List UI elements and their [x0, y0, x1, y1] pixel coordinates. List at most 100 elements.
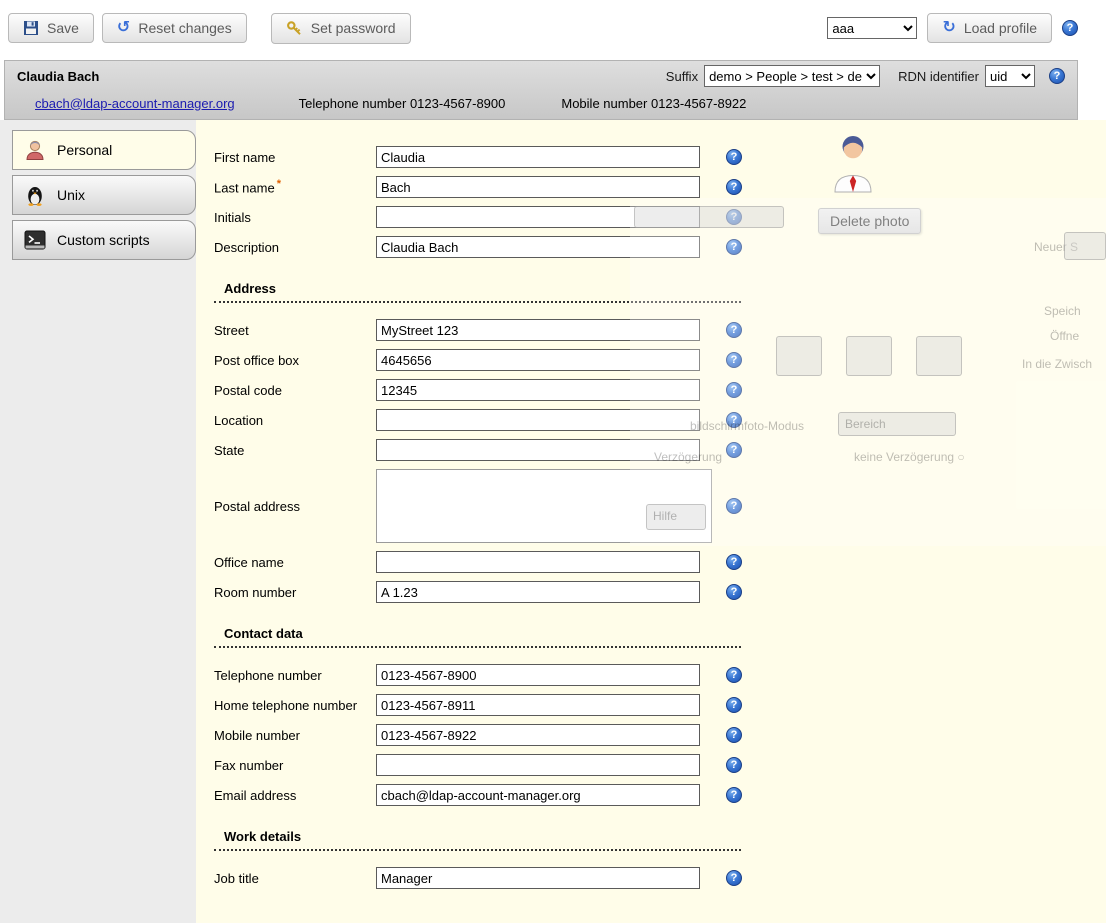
street-input[interactable] [376, 319, 700, 341]
help-icon[interactable]: ? [726, 757, 742, 773]
help-icon[interactable]: ? [726, 584, 742, 600]
field-row: Initials ? [214, 206, 1106, 228]
telephone-number-label: Telephone number [214, 668, 376, 683]
field-row: Office name ? [214, 551, 1106, 573]
field-row: Email address ? [214, 784, 1106, 806]
state-input[interactable] [376, 439, 700, 461]
reset-changes-button[interactable]: ↺ Reset changes [102, 13, 247, 43]
field-row: Location ? [214, 409, 1106, 431]
room-number-label: Room number [214, 585, 376, 600]
terminal-icon [23, 228, 47, 252]
description-input[interactable] [376, 236, 700, 258]
postal-address-textarea[interactable] [376, 469, 712, 543]
section-header-address: Address [214, 278, 741, 303]
initials-input[interactable] [376, 206, 700, 228]
tab-personal[interactable]: Personal [12, 130, 196, 170]
help-icon[interactable]: ? [726, 667, 742, 683]
personal-form: Delete photo First name ? Last name* ? I… [196, 120, 1106, 923]
tab-custom-scripts[interactable]: Custom scripts [12, 220, 196, 260]
field-row: First name ? [214, 146, 1106, 168]
field-row: Description ? [214, 236, 1106, 258]
module-tab-column: Personal Unix Custom scripts [0, 120, 196, 923]
help-icon[interactable]: ? [726, 209, 742, 225]
fax-number-input[interactable] [376, 754, 700, 776]
header-mobile: Mobile number 0123-4567-8922 [561, 96, 746, 111]
delete-photo-button[interactable]: Delete photo [818, 208, 921, 234]
field-row: Telephone number ? [214, 664, 1106, 686]
field-row: Post office box ? [214, 349, 1106, 371]
last-name-label: Last name* [214, 178, 376, 195]
description-label: Description [214, 240, 376, 255]
save-label: Save [47, 20, 79, 36]
field-row: Last name* ? [214, 176, 1106, 198]
location-input[interactable] [376, 409, 700, 431]
help-icon[interactable]: ? [1062, 20, 1078, 36]
rdn-select[interactable]: uid [985, 65, 1035, 87]
help-icon[interactable]: ? [726, 179, 742, 195]
tux-icon [23, 183, 47, 207]
room-number-input[interactable] [376, 581, 700, 603]
account-email-link[interactable]: cbach@ldap-account-manager.org [35, 96, 235, 111]
profile-select[interactable]: aaa [827, 17, 917, 39]
help-icon[interactable]: ? [726, 727, 742, 743]
reset-icon: ↺ [117, 20, 130, 36]
suffix-select[interactable]: demo > People > test > de [704, 65, 880, 87]
telephone-number-input[interactable] [376, 664, 700, 686]
required-marker: * [277, 178, 281, 190]
help-icon[interactable]: ? [726, 239, 742, 255]
help-icon[interactable]: ? [726, 498, 742, 514]
post-office-box-input[interactable] [376, 349, 700, 371]
help-icon[interactable]: ? [726, 554, 742, 570]
load-profile-icon: ↻ [942, 20, 955, 36]
set-password-label: Set password [311, 20, 396, 36]
home-telephone-number-input[interactable] [376, 694, 700, 716]
help-icon[interactable]: ? [1049, 68, 1065, 84]
field-row: Home telephone number ? [214, 694, 1106, 716]
user-photo [830, 134, 876, 194]
office-name-input[interactable] [376, 551, 700, 573]
help-icon[interactable]: ? [726, 322, 742, 338]
state-label: State [214, 443, 376, 458]
help-icon[interactable]: ? [726, 697, 742, 713]
tab-unix[interactable]: Unix [12, 175, 196, 215]
job-title-input[interactable] [376, 867, 700, 889]
email-address-input[interactable] [376, 784, 700, 806]
postal-code-label: Postal code [214, 383, 376, 398]
mobile-number-input[interactable] [376, 724, 700, 746]
help-icon[interactable]: ? [726, 352, 742, 368]
first-name-input[interactable] [376, 146, 700, 168]
help-icon[interactable]: ? [726, 412, 742, 428]
section-header-contact: Contact data [214, 623, 741, 648]
suffix-label: Suffix [666, 69, 698, 84]
last-name-input[interactable] [376, 176, 700, 198]
save-button[interactable]: Save [8, 13, 94, 43]
field-row: Postal code ? [214, 379, 1106, 401]
help-icon[interactable]: ? [726, 442, 742, 458]
photo-block: Delete photo [818, 134, 938, 234]
post-office-box-label: Post office box [214, 353, 376, 368]
account-header: Claudia Bach Suffix demo > People > test… [4, 60, 1078, 120]
tab-personal-label: Personal [57, 142, 112, 158]
postal-code-input[interactable] [376, 379, 700, 401]
field-row: Fax number ? [214, 754, 1106, 776]
load-profile-button[interactable]: ↻ Load profile [927, 13, 1052, 43]
help-icon[interactable]: ? [726, 149, 742, 165]
field-row: State ? [214, 439, 1106, 461]
main-area: Personal Unix Custom scripts Delete phot… [0, 120, 1106, 923]
fax-number-label: Fax number [214, 758, 376, 773]
field-row: Postal address ? [214, 469, 1106, 543]
postal-address-label: Postal address [214, 499, 376, 514]
mobile-number-label: Mobile number [214, 728, 376, 743]
email-address-label: Email address [214, 788, 376, 803]
rdn-label: RDN identifier [898, 69, 979, 84]
save-icon [23, 20, 39, 36]
help-icon[interactable]: ? [726, 870, 742, 886]
field-row: Street ? [214, 319, 1106, 341]
home-telephone-number-label: Home telephone number [214, 698, 376, 713]
first-name-label: First name [214, 150, 376, 165]
help-icon[interactable]: ? [726, 382, 742, 398]
tab-custom-scripts-label: Custom scripts [57, 232, 150, 248]
help-icon[interactable]: ? [726, 787, 742, 803]
set-password-button[interactable]: Set password [271, 13, 411, 44]
top-toolbar: Save ↺ Reset changes Set password aaa ↻ … [0, 0, 1106, 56]
